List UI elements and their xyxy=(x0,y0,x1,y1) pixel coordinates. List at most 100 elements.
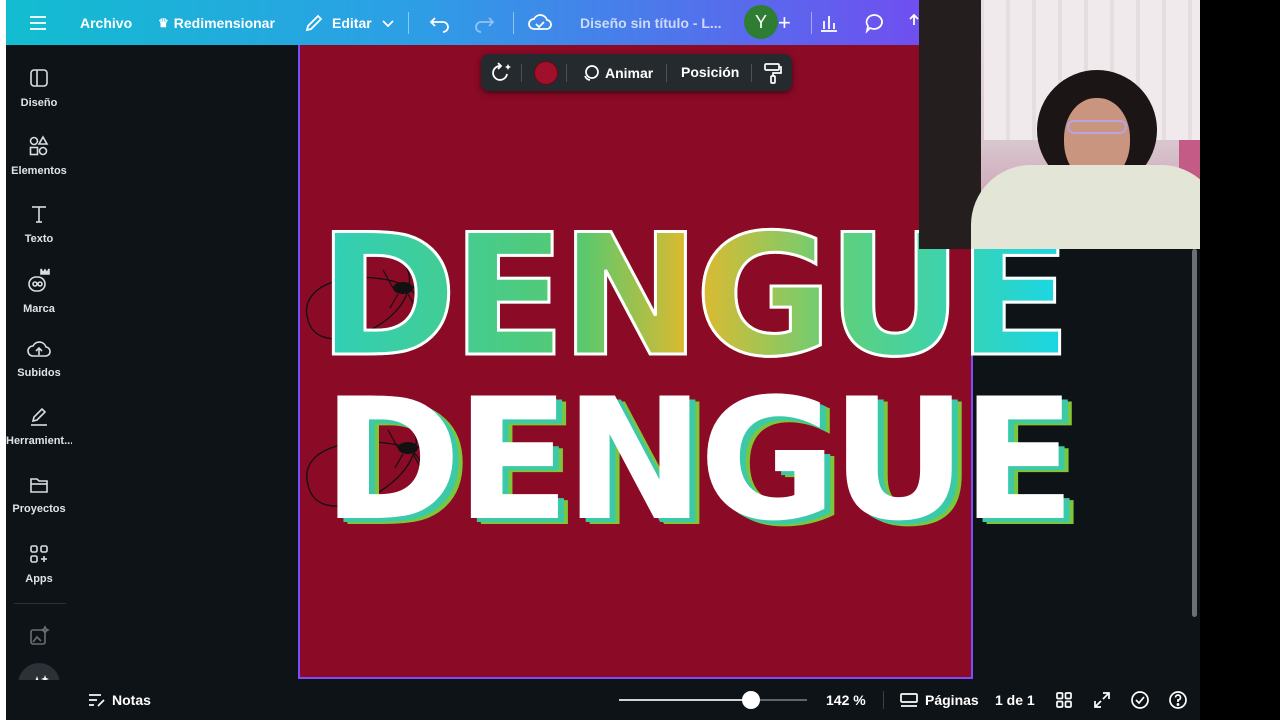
check-button[interactable] xyxy=(1130,680,1150,720)
toolbar-divider xyxy=(521,63,522,82)
animate-button[interactable]: Animar xyxy=(581,63,653,83)
notes-icon xyxy=(89,694,105,707)
shapes-icon xyxy=(29,135,49,156)
sidebar-item-magic-media[interactable] xyxy=(6,625,72,647)
rotate-sparkle-icon xyxy=(492,61,511,81)
canvas-title-white[interactable]: DENGUE xyxy=(322,376,1076,544)
sidebar-item-label: Elementos xyxy=(11,165,67,177)
hamburger-icon xyxy=(30,15,46,30)
resize-label: Redimensionar xyxy=(173,14,275,31)
menu-button[interactable] xyxy=(28,14,48,32)
position-label: Posición xyxy=(681,63,740,80)
notes-button[interactable]: Notas xyxy=(86,680,151,720)
sidebar-item-brand[interactable]: Marca xyxy=(6,267,72,315)
pen-tool-icon xyxy=(31,407,47,426)
edit-label: Editar xyxy=(332,14,372,31)
file-menu-button[interactable]: Archivo xyxy=(80,15,132,31)
animate-label: Animar xyxy=(605,64,654,81)
zoom-slider-track[interactable] xyxy=(619,691,807,709)
cloud-save-status[interactable] xyxy=(528,13,552,33)
element-context-toolbar: Animar Posición xyxy=(481,54,792,91)
toolbar-divider xyxy=(408,11,409,34)
pages-button[interactable]: Páginas xyxy=(899,680,979,720)
sidebar-item-tools[interactable]: Herramient... xyxy=(6,407,72,447)
sidebar-divider xyxy=(14,603,66,604)
sidebar-item-projects[interactable]: Proyectos xyxy=(6,475,72,515)
avatar[interactable]: Y xyxy=(744,5,778,39)
bar-chart-icon xyxy=(821,15,837,32)
text-icon xyxy=(32,206,46,223)
file-menu-label: Archivo xyxy=(80,14,133,31)
zoom-level[interactable]: 142 % xyxy=(826,680,866,720)
image-sparkle-icon xyxy=(30,625,50,645)
document-title-text: Diseño sin título - L... xyxy=(580,14,722,31)
sidebar-item-label: Subidos xyxy=(17,367,61,379)
apps-grid-icon xyxy=(30,545,48,563)
top-toolbar: Archivo ♛ Redimensionar Editar Diseño si… xyxy=(6,0,920,45)
upload-cloud-icon xyxy=(27,341,51,357)
toolbar-divider xyxy=(666,63,667,82)
sidebar-item-label: Proyectos xyxy=(12,503,66,515)
toolbar-divider xyxy=(883,691,884,709)
zoom-slider-thumb[interactable] xyxy=(741,691,760,709)
glasses-icon xyxy=(1067,120,1127,134)
sidebar-item-text[interactable]: Texto xyxy=(6,203,72,245)
sidebar-item-label: Texto xyxy=(24,233,54,245)
zoom-label: 142 % xyxy=(826,692,866,708)
expand-icon xyxy=(1094,692,1110,708)
sidebar-item-design[interactable]: Diseño xyxy=(6,67,72,109)
brand-icon xyxy=(28,268,50,292)
notes-label: Notas xyxy=(112,692,151,708)
position-button[interactable]: Posición xyxy=(681,64,739,82)
undo-icon xyxy=(429,16,449,33)
page-count-label: 1 de 1 xyxy=(995,692,1035,708)
color-swatch[interactable] xyxy=(534,60,558,85)
layout-icon xyxy=(30,69,48,87)
comments-button[interactable] xyxy=(864,12,886,34)
resize-button[interactable]: ♛ Redimensionar xyxy=(158,15,275,31)
pencil-icon xyxy=(305,14,323,31)
check-circle-icon xyxy=(1131,691,1149,709)
grid-view-icon xyxy=(1056,692,1072,708)
magic-switch-button[interactable] xyxy=(489,61,513,84)
paint-roller-icon xyxy=(764,62,782,84)
document-title[interactable]: Diseño sin título - L... xyxy=(580,15,722,31)
plus-icon: + xyxy=(778,9,791,35)
sidebar-item-uploads[interactable]: Subidos xyxy=(6,339,72,379)
toolbar-divider xyxy=(566,63,567,82)
edit-button[interactable]: Editar xyxy=(304,13,396,33)
pages-label: Páginas xyxy=(925,692,979,708)
help-icon xyxy=(1169,691,1187,709)
toolbar-divider xyxy=(751,63,752,82)
cloud-check-icon xyxy=(528,13,552,30)
help-button[interactable] xyxy=(1168,680,1188,720)
left-sidebar: Diseño Elementos Texto Marca Subidos Her… xyxy=(6,45,72,720)
share-add-button[interactable]: + xyxy=(778,10,791,36)
insights-button[interactable] xyxy=(818,13,840,33)
sidebar-item-label: Herramient... xyxy=(6,435,72,447)
folder-icon xyxy=(30,478,48,493)
redo-icon xyxy=(475,16,495,33)
grid-view-button[interactable] xyxy=(1054,680,1074,720)
vertical-scrollbar[interactable] xyxy=(1192,249,1197,617)
sidebar-item-elements[interactable]: Elementos xyxy=(6,135,72,177)
avatar-letter: Y xyxy=(754,11,767,32)
sidebar-item-label: Apps xyxy=(25,573,53,585)
animate-icon xyxy=(584,64,599,81)
webcam-sweater xyxy=(971,165,1221,249)
bottom-toolbar: Notas 142 % Páginas 1 de 1 xyxy=(6,680,1200,720)
crown-icon: ♛ xyxy=(158,15,169,30)
sidebar-item-label: Marca xyxy=(23,303,55,315)
fullscreen-button[interactable] xyxy=(1092,680,1112,720)
sidebar-item-label: Diseño xyxy=(20,97,58,109)
undo-button[interactable] xyxy=(429,13,451,33)
sidebar-item-apps[interactable]: Apps xyxy=(6,543,72,585)
right-panel xyxy=(1200,0,1280,720)
toolbar-divider xyxy=(811,11,812,34)
comment-icon xyxy=(865,13,883,34)
pages-icon xyxy=(900,693,918,707)
page-counter: 1 de 1 xyxy=(995,680,1035,720)
redo-button[interactable] xyxy=(473,13,495,33)
copy-style-button[interactable] xyxy=(763,62,783,84)
zoom-slider-fill xyxy=(619,699,751,701)
